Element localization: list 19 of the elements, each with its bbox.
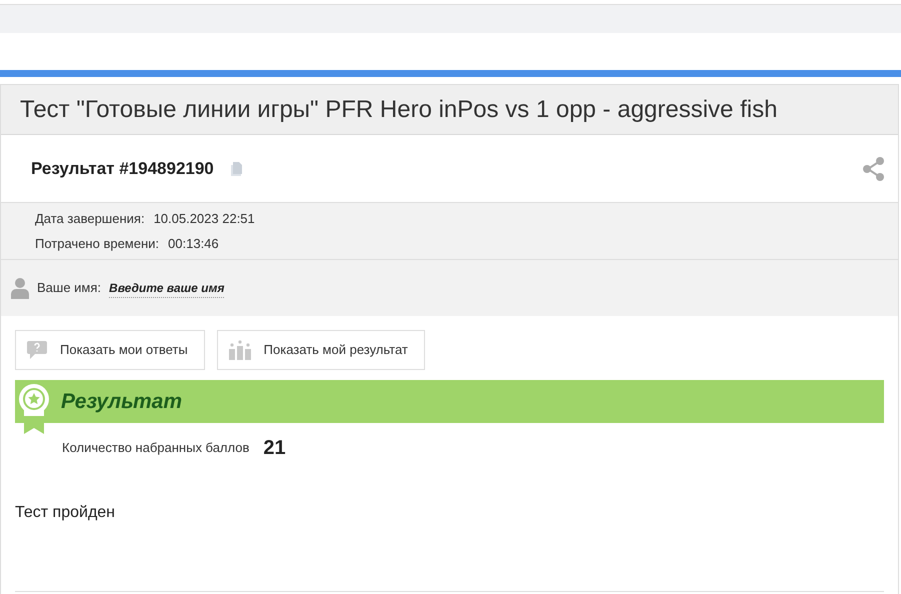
question-bubble-icon <box>26 340 48 360</box>
result-heading: Результат #194892190 <box>31 158 214 180</box>
share-icon[interactable] <box>863 156 885 180</box>
detail-value: 00:13:46 <box>168 234 219 252</box>
score-value: 21 <box>263 436 286 461</box>
test-title: Тест "Готовые линии игры" PFR Hero inPos vs 1 opp - aggressive fish <box>20 94 778 124</box>
copy-icon[interactable] <box>230 162 242 176</box>
show-button[interactable]: Показать мои ответы <box>15 330 205 370</box>
enter-name-link[interactable]: Введите ваше имя <box>109 278 224 298</box>
detail-label: Потрачено времени: <box>35 234 160 253</box>
verdict-text: Тест пройден <box>15 504 116 521</box>
detail-label: Дата завершения: <box>35 210 145 228</box>
banner-title: Результат <box>61 388 182 415</box>
score-label: Количество набранных баллов <box>62 439 250 458</box>
user-icon <box>11 277 29 299</box>
detail-value: 10.05.2023 22:51 <box>154 210 255 228</box>
podium-icon <box>228 340 252 360</box>
show-button[interactable]: Показать мой результат <box>216 330 425 370</box>
name-label: Ваше имя: <box>37 279 102 298</box>
